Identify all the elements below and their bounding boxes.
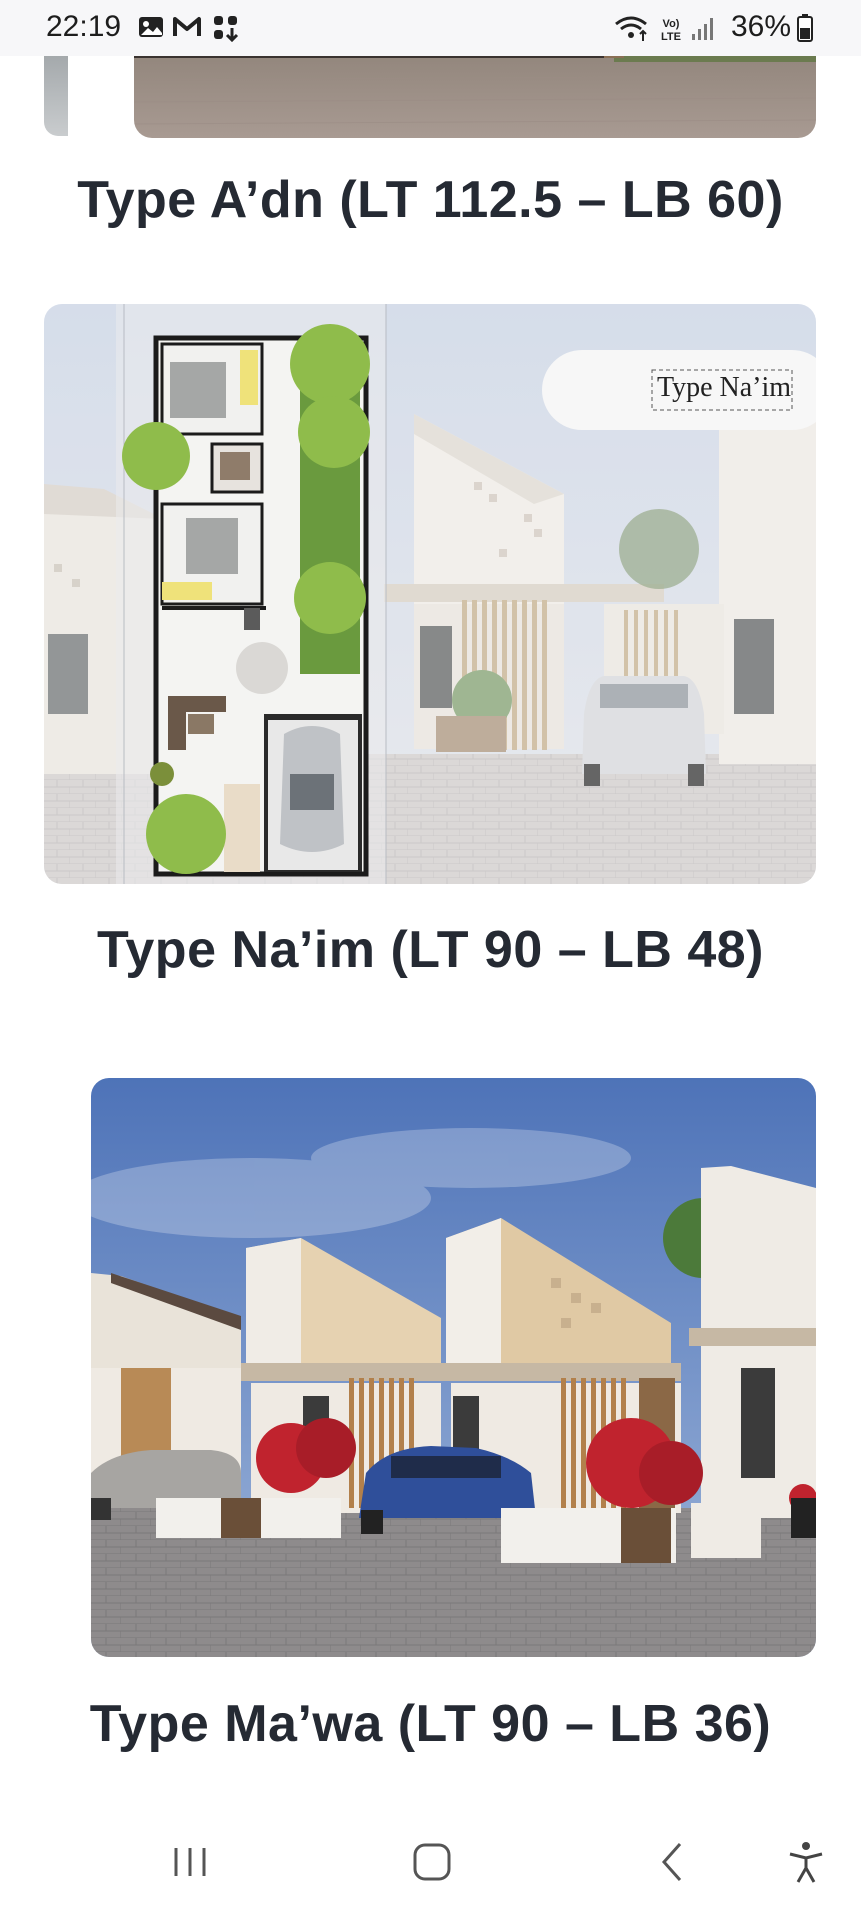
status-time: 22:19	[46, 10, 122, 43]
recent-apps-icon[interactable]	[170, 1838, 210, 1886]
floor-plan	[116, 304, 387, 884]
house-render-mawa	[91, 1078, 816, 1657]
navigation-bar	[0, 1808, 861, 1920]
svg-text:Vo): Vo)	[663, 18, 680, 30]
app-grid-icon	[214, 16, 239, 42]
wifi-icon	[615, 16, 647, 41]
battery-icon	[797, 14, 813, 42]
card-title-naim: Type Na’im (LT 90 – LB 48)	[96, 921, 764, 979]
volte-icon: Vo) LTE	[661, 18, 681, 43]
signal-icon	[692, 18, 713, 40]
svg-text:LTE: LTE	[661, 31, 681, 43]
gmail-icon	[173, 17, 201, 36]
card-title-adn: Type A’dn (LT 112.5 – LB 60)	[77, 171, 784, 229]
battery-percent: 36%	[730, 10, 791, 43]
card-image-naim[interactable]: Type Na’im	[44, 304, 816, 884]
image-label-naim: Type Na’im	[656, 372, 792, 403]
gallery-icon	[139, 17, 163, 37]
back-icon[interactable]	[656, 1838, 688, 1886]
card-image-mawa[interactable]	[91, 1078, 816, 1657]
status-bar: 22:19 Vo) LTE 36%	[0, 0, 861, 56]
accessibility-icon[interactable]	[786, 1838, 826, 1886]
card-title-mawa: Type Ma’wa (LT 90 – LB 36)	[89, 1695, 772, 1753]
home-icon[interactable]	[410, 1838, 454, 1886]
